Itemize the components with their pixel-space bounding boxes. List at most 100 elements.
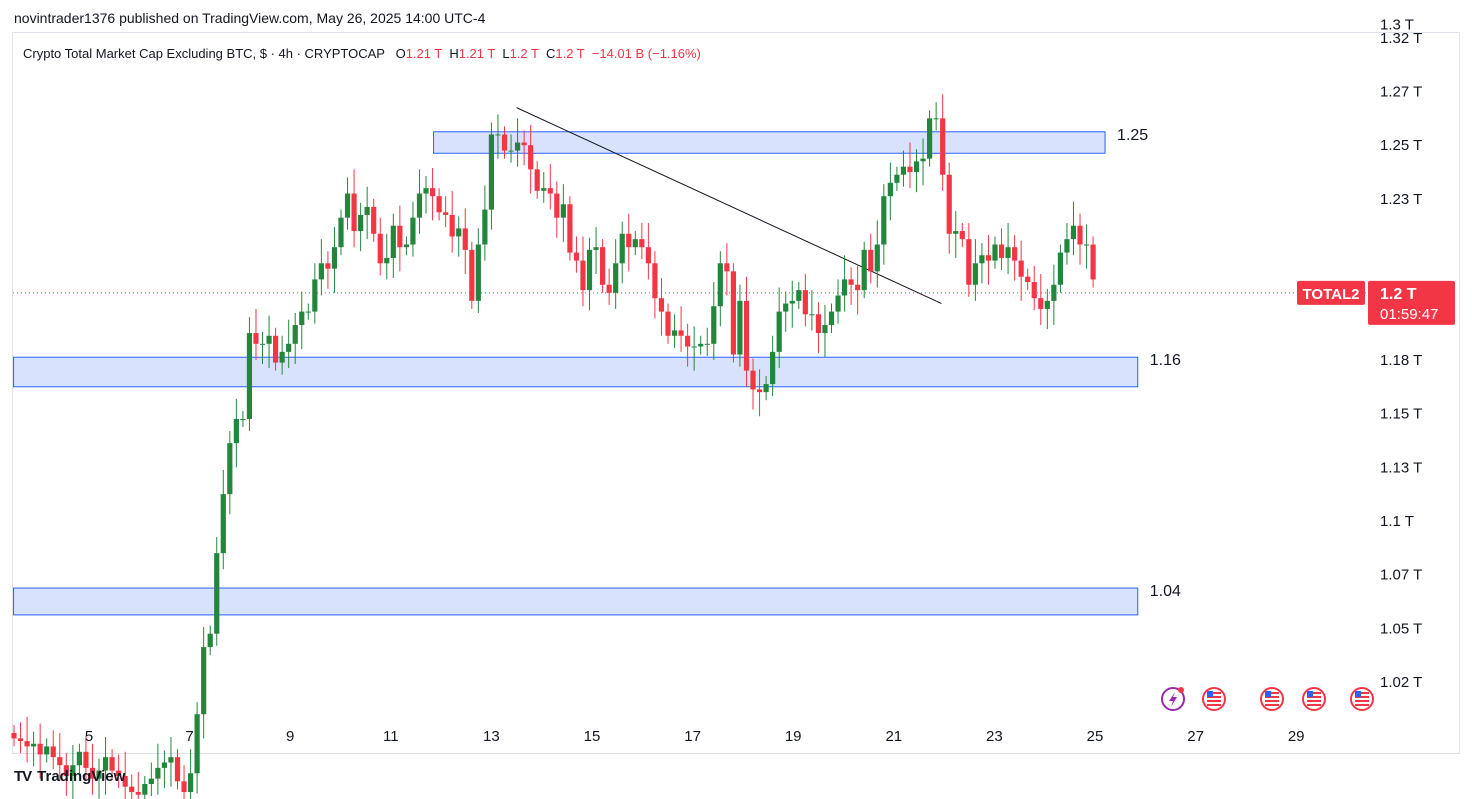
price-tick-label: 1.25 T [1380,137,1422,154]
candle [148,762,154,797]
candle-body [1025,276,1031,283]
candle [443,196,449,228]
open-label: O [395,46,406,61]
candle-body [24,741,30,747]
price-tick-label: 1.15 T [1380,406,1422,423]
symbol-line: Crypto Total Market Cap Excluding BTC, $… [23,46,385,61]
candle-body [802,290,808,315]
candle [377,217,383,276]
candle [776,287,782,368]
candle-body [266,335,272,344]
candle [390,213,396,279]
close-value: 1.2 T [555,46,585,61]
us-flag-event-icon[interactable] [1350,687,1374,711]
candle-body [652,263,658,299]
candle [737,284,743,367]
lightning-event-icon[interactable] [1161,687,1185,711]
candle-body [946,174,952,234]
candle-body [214,553,220,634]
us-flag-event-icon[interactable] [1302,687,1326,711]
high-value: 1.21 T [458,46,496,61]
flag-stripe [1307,704,1321,706]
candle-body [881,196,887,245]
candlestick-chart[interactable]: 1.251.161.04 1.32 T1.3 T1.27 T1.25 T1.23… [0,0,1472,799]
candle-body [776,311,782,352]
candle-body [541,188,547,191]
icon-ring [1202,687,1226,711]
price-axis[interactable]: 1.32 T1.3 T1.27 T1.25 T1.23 T1.18 T1.15 … [1380,16,1422,691]
candle-body [423,188,429,194]
candle-body [253,333,259,344]
candle-body [874,244,880,272]
candle [900,150,907,187]
candle-body [678,330,684,336]
candle [194,702,200,794]
time-tick-label: 23 [986,728,1003,745]
candle-body [1038,298,1044,309]
candles-layer [11,94,1096,799]
candle-body [600,247,606,285]
candle-body [1090,244,1096,280]
zone-label-0: 1.25 [1117,127,1148,144]
candle-body [966,239,972,285]
zone-label-2: 1.04 [1150,583,1181,600]
candle-body [730,271,736,355]
candle [671,314,678,348]
candle [711,282,717,360]
candle [698,335,704,355]
candle [828,303,835,334]
candle [998,228,1005,271]
candle-body [443,212,449,215]
time-tick-label: 19 [785,728,802,745]
candle-body [384,257,390,264]
candle-body [514,142,521,151]
candle [717,251,723,327]
candle [253,308,259,360]
candle [384,233,390,280]
candle-body [469,249,475,301]
candle-body [933,118,939,120]
candle-body [580,260,586,291]
flag-stripe [1207,700,1221,702]
candle-body [894,174,900,183]
candle-body [403,244,409,248]
time-axis[interactable]: 5 7 9 11 13 15 17 19 21 23 25 27 29 [85,728,1305,745]
candle [933,102,939,131]
time-tick-label: 9 [286,728,294,745]
candle [809,290,815,331]
candle-body [940,118,946,175]
candle-body [299,311,305,326]
candle-body [796,290,802,301]
price-tick-label: 1.05 T [1380,620,1422,637]
candle-body [318,263,324,280]
candle [1025,268,1031,291]
candle [240,410,246,428]
candle [554,181,560,238]
candle [534,161,540,199]
us-flag-event-icon[interactable] [1260,687,1284,711]
price-tick-label: 1.07 T [1380,567,1422,584]
candle-body [1083,244,1090,246]
candle-body [593,247,599,250]
candle-body [390,225,396,258]
tradingview-brand[interactable]: TV TradingView [14,768,125,785]
candle [161,750,168,789]
candle-body [861,249,867,291]
candle-body [240,418,246,420]
time-tick-label: 7 [185,728,193,745]
candle-body [410,217,416,245]
candle [946,162,952,254]
candle-body [671,330,678,336]
candle-body [822,325,828,334]
candle-body [534,169,540,191]
candle [580,236,586,307]
us-flag-event-icon[interactable] [1202,687,1226,711]
candle-body [168,757,174,763]
candle [658,278,665,336]
candle-body [770,351,776,385]
candle-body [416,193,423,218]
candle [299,291,305,350]
candle-body [148,778,154,784]
price-tick-label: 1.18 T [1380,352,1422,369]
candle-body [547,188,553,194]
